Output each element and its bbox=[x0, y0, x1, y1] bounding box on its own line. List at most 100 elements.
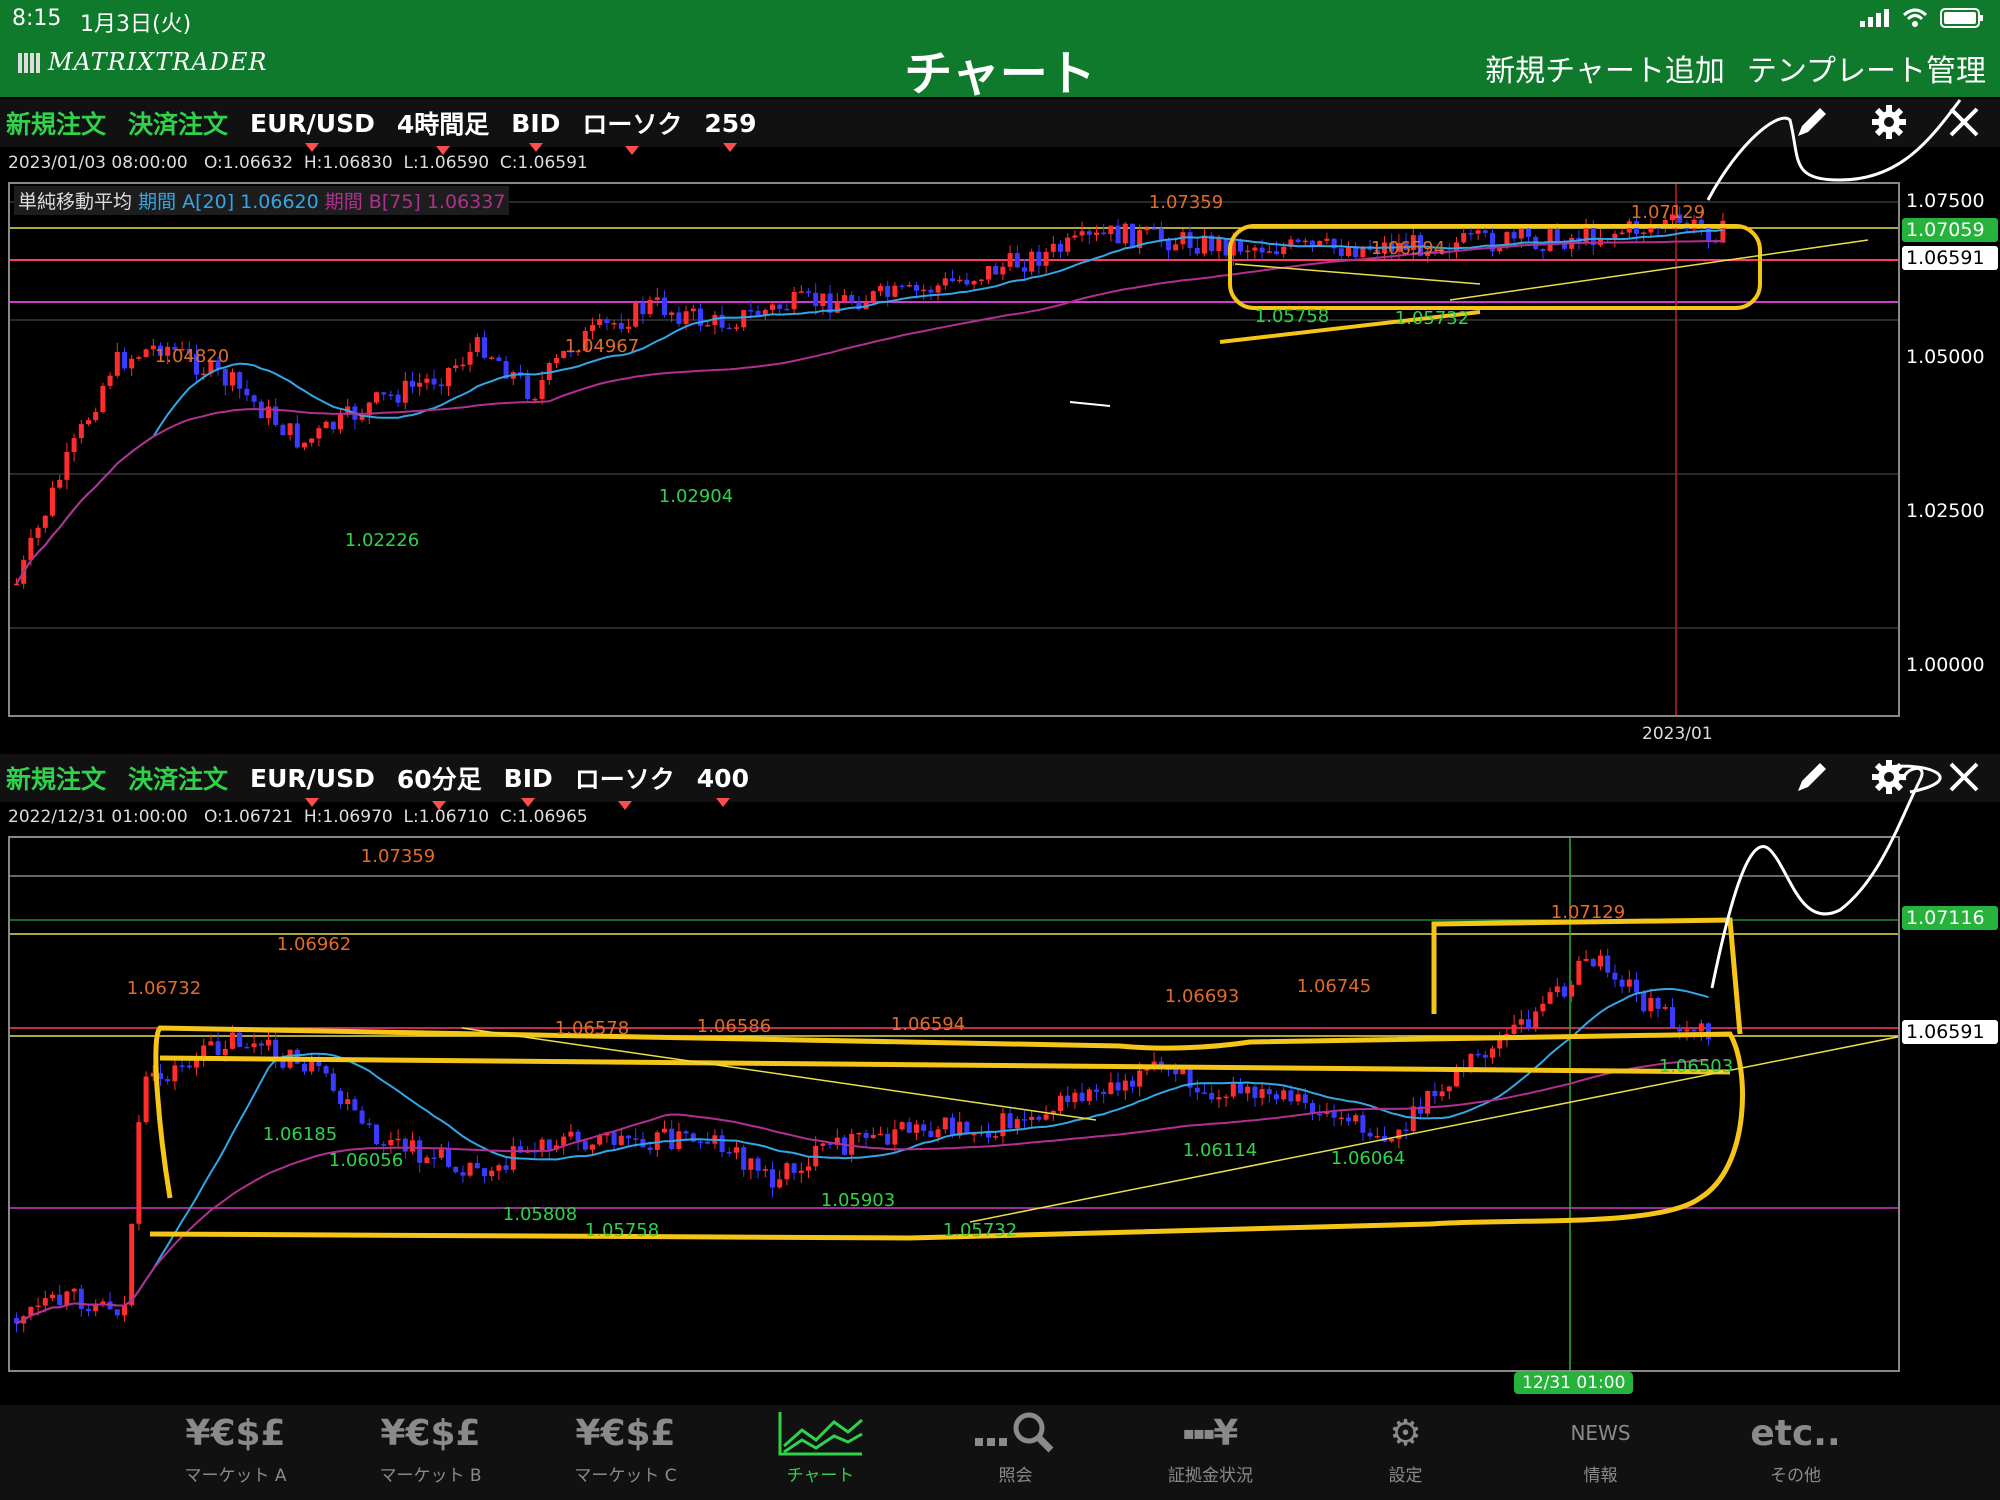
price-type-select[interactable]: BID bbox=[504, 764, 553, 807]
candle bbox=[230, 1032, 235, 1049]
timeframe-select[interactable]: 4時間足 bbox=[397, 105, 489, 155]
tab-market-c[interactable]: ¥€$£ マーケット C bbox=[528, 1405, 723, 1500]
chart2-date-label: 12/31 01:00 bbox=[1514, 1372, 1634, 1394]
candle bbox=[1338, 248, 1344, 256]
candle bbox=[1029, 1116, 1035, 1121]
candle bbox=[640, 302, 646, 315]
candle bbox=[755, 1158, 761, 1171]
candle bbox=[1360, 1115, 1366, 1133]
gear-icon[interactable] bbox=[1870, 758, 1908, 796]
chart2-y-axis: 1.07116 1.06591 bbox=[1902, 836, 1998, 1372]
new-order-button[interactable]: 新規注文 bbox=[6, 760, 106, 796]
candle bbox=[525, 375, 531, 399]
chart-type-select[interactable]: ローソク bbox=[575, 760, 675, 810]
candle bbox=[424, 378, 430, 383]
candle bbox=[1346, 1117, 1351, 1122]
candle bbox=[633, 1138, 639, 1140]
pencil-icon[interactable] bbox=[1794, 104, 1830, 140]
candle bbox=[1101, 232, 1107, 235]
chart-type-select[interactable]: ローソク bbox=[582, 105, 682, 155]
candle bbox=[201, 1045, 207, 1058]
candle bbox=[417, 1140, 423, 1163]
bar-count-select[interactable]: 259 bbox=[704, 109, 757, 152]
tab-inquiry[interactable]: 照会 bbox=[918, 1405, 1113, 1500]
tab-margin-status[interactable]: ▪▪▪ ¥ 証拠金状況 bbox=[1113, 1405, 1308, 1500]
candle bbox=[791, 291, 797, 310]
candle bbox=[258, 1043, 264, 1046]
new-order-button[interactable]: 新規注文 bbox=[6, 105, 106, 141]
tab-news[interactable]: NEWS 情報 bbox=[1503, 1405, 1698, 1500]
candle bbox=[1043, 1114, 1049, 1120]
candle bbox=[1634, 979, 1639, 993]
candle bbox=[474, 337, 480, 352]
close-icon[interactable] bbox=[1948, 106, 1980, 138]
candle bbox=[1230, 1084, 1236, 1097]
candle bbox=[842, 1137, 847, 1155]
close-icon[interactable] bbox=[1948, 761, 1980, 793]
candle bbox=[143, 1076, 149, 1123]
tab-market-a[interactable]: ¥€$£ マーケット A bbox=[138, 1405, 333, 1500]
candle bbox=[654, 297, 660, 300]
settle-order-button[interactable]: 決済注文 bbox=[128, 760, 228, 796]
candle bbox=[1122, 1080, 1128, 1091]
candle bbox=[1108, 1082, 1114, 1095]
candle bbox=[1461, 233, 1467, 243]
candle bbox=[114, 351, 120, 376]
timeframe-select[interactable]: 60分足 bbox=[397, 760, 482, 810]
low-label: 1.05732 bbox=[943, 1220, 1017, 1241]
candle bbox=[78, 424, 84, 439]
search-icon bbox=[971, 1405, 1061, 1461]
template-manage-button[interactable]: テンプレート管理 bbox=[1747, 46, 1986, 90]
candle bbox=[741, 310, 747, 328]
candle bbox=[410, 1140, 415, 1152]
pencil-icon[interactable] bbox=[1794, 759, 1830, 795]
tab-market-b[interactable]: ¥€$£ マーケット B bbox=[333, 1405, 528, 1500]
candle bbox=[172, 1065, 178, 1082]
candle bbox=[1122, 223, 1128, 244]
chart2-plot[interactable]: 1.07359 1.06962 1.06732 1.07129 1.06578 1.065… bbox=[8, 836, 1900, 1372]
margin-icon: ▪▪▪ ¥ bbox=[1182, 1412, 1239, 1454]
gear-icon[interactable] bbox=[1870, 103, 1908, 141]
candle bbox=[1439, 1091, 1445, 1097]
bar-count-select[interactable]: 400 bbox=[697, 764, 749, 807]
candle bbox=[928, 1130, 934, 1138]
candle bbox=[921, 1124, 927, 1131]
gear-wrench-icon: ⚙ bbox=[1389, 1412, 1422, 1454]
chart1-plot[interactable]: 1.07359 1.07129 1.06594 1.04820 1.04967 1.057… bbox=[8, 182, 1900, 717]
candle bbox=[1166, 240, 1171, 251]
candle bbox=[892, 285, 898, 297]
candle bbox=[35, 1305, 41, 1308]
candle bbox=[582, 1140, 588, 1150]
candle bbox=[950, 278, 955, 282]
tab-chart[interactable]: チャート bbox=[723, 1405, 918, 1500]
candle bbox=[1238, 1084, 1243, 1094]
candle bbox=[338, 1090, 343, 1105]
candle bbox=[71, 1288, 77, 1292]
candle bbox=[914, 1124, 919, 1133]
candle bbox=[1022, 1119, 1027, 1121]
chart2-toolbar: 新規注文 決済注文 EUR/USD 60分足 BID ローソク 400 bbox=[0, 754, 2000, 810]
candle bbox=[1482, 1054, 1488, 1058]
settle-order-button[interactable]: 決済注文 bbox=[128, 105, 228, 141]
candle bbox=[683, 311, 689, 324]
candle bbox=[323, 421, 329, 429]
candle bbox=[374, 1124, 379, 1145]
tab-settings[interactable]: ⚙ 設定 bbox=[1308, 1405, 1503, 1500]
pair-select[interactable]: EUR/USD bbox=[250, 764, 375, 807]
pair-select[interactable]: EUR/USD bbox=[250, 109, 375, 152]
candle bbox=[1331, 1111, 1337, 1118]
candle bbox=[546, 1139, 552, 1150]
add-chart-button[interactable]: 新規チャート追加 bbox=[1485, 46, 1725, 90]
candle bbox=[410, 380, 415, 387]
candle bbox=[1324, 238, 1330, 241]
chart1-toolbar: 新規注文 決済注文 EUR/USD 4時間足 BID ローソク 259 bbox=[0, 99, 2000, 155]
candle bbox=[179, 1065, 185, 1067]
candle bbox=[1194, 247, 1200, 254]
candle bbox=[1065, 237, 1071, 252]
candle bbox=[1641, 232, 1647, 235]
price-type-select[interactable]: BID bbox=[511, 109, 560, 152]
candle bbox=[1094, 232, 1099, 235]
candle bbox=[698, 1141, 703, 1144]
candle bbox=[784, 1163, 790, 1180]
tab-other[interactable]: etc.. その他 bbox=[1698, 1405, 1893, 1500]
